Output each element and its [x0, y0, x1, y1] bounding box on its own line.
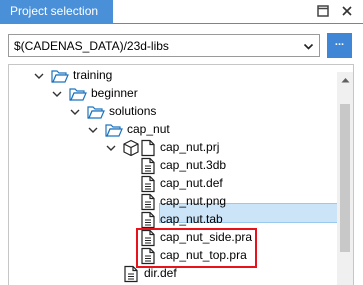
- chevron-down-icon[interactable]: [87, 124, 99, 136]
- tree-item-cap-nut-def[interactable]: cap_nut.def: [9, 174, 329, 194]
- close-icon[interactable]: [339, 3, 355, 19]
- file-icon: [141, 211, 155, 229]
- tree-item-cap-nut-prj[interactable]: cap_nut.prj: [9, 138, 339, 158]
- path-combo-value: $(CADENAS_DATA)/23d-libs: [14, 39, 169, 53]
- tree-scrollbar[interactable]: [337, 72, 353, 285]
- file-icon: [141, 193, 155, 211]
- document-icon: [141, 139, 155, 157]
- tree-item-training[interactable]: training: [9, 66, 329, 86]
- chevron-down-icon[interactable]: [105, 142, 117, 154]
- path-combo[interactable]: $(CADENAS_DATA)/23d-libs: [8, 34, 320, 57]
- tree-item-label: cap_nut.prj: [160, 140, 220, 154]
- tree-item-cap-nut[interactable]: cap_nut: [9, 120, 329, 140]
- tree-item-label: training: [73, 68, 113, 82]
- tree-item-label: dir.def: [144, 266, 177, 280]
- tree-item-beginner[interactable]: beginner: [9, 84, 329, 104]
- tree-item-solutions[interactable]: solutions: [9, 102, 329, 122]
- title-divider: [0, 23, 363, 24]
- panel-titlebar: Project selection: [0, 0, 363, 23]
- scroll-thumb[interactable]: [340, 104, 350, 252]
- tree-item-label: cap_nut.3db: [160, 158, 227, 172]
- tree-item-label: cap_nut: [127, 122, 170, 136]
- tree-item-cap-nut-png[interactable]: cap_nut.png: [9, 192, 329, 212]
- folder-open-icon: [51, 70, 69, 83]
- tree-item-label: solutions: [109, 104, 157, 118]
- tree-item-label: cap_nut.png: [160, 194, 227, 208]
- tree-item-cap-nut-tab[interactable]: cap_nut.tab: [9, 210, 329, 230]
- tree-item-label: beginner: [91, 86, 138, 100]
- folder-open-icon: [69, 88, 87, 101]
- file-icon: [141, 175, 155, 193]
- scroll-up-icon[interactable]: [337, 72, 353, 88]
- chevron-down-icon[interactable]: [33, 70, 45, 82]
- tree-item-cap-nut-3db[interactable]: cap_nut.3db: [9, 156, 329, 176]
- chevron-down-icon[interactable]: [303, 41, 314, 52]
- tree-item-label: cap_nut.def: [160, 176, 223, 190]
- highlight-box: [136, 228, 257, 268]
- folder-open-icon: [87, 106, 105, 119]
- chevron-down-icon[interactable]: [51, 88, 63, 100]
- browse-button[interactable]: ...: [327, 33, 352, 58]
- restore-icon[interactable]: [315, 3, 331, 19]
- cube-icon: [123, 139, 139, 157]
- panel-title: Project selection: [0, 0, 113, 23]
- file-icon: [141, 157, 155, 175]
- tree-item-label: cap_nut.tab: [160, 212, 223, 226]
- chevron-down-icon[interactable]: [69, 106, 81, 118]
- folder-open-icon: [105, 124, 123, 137]
